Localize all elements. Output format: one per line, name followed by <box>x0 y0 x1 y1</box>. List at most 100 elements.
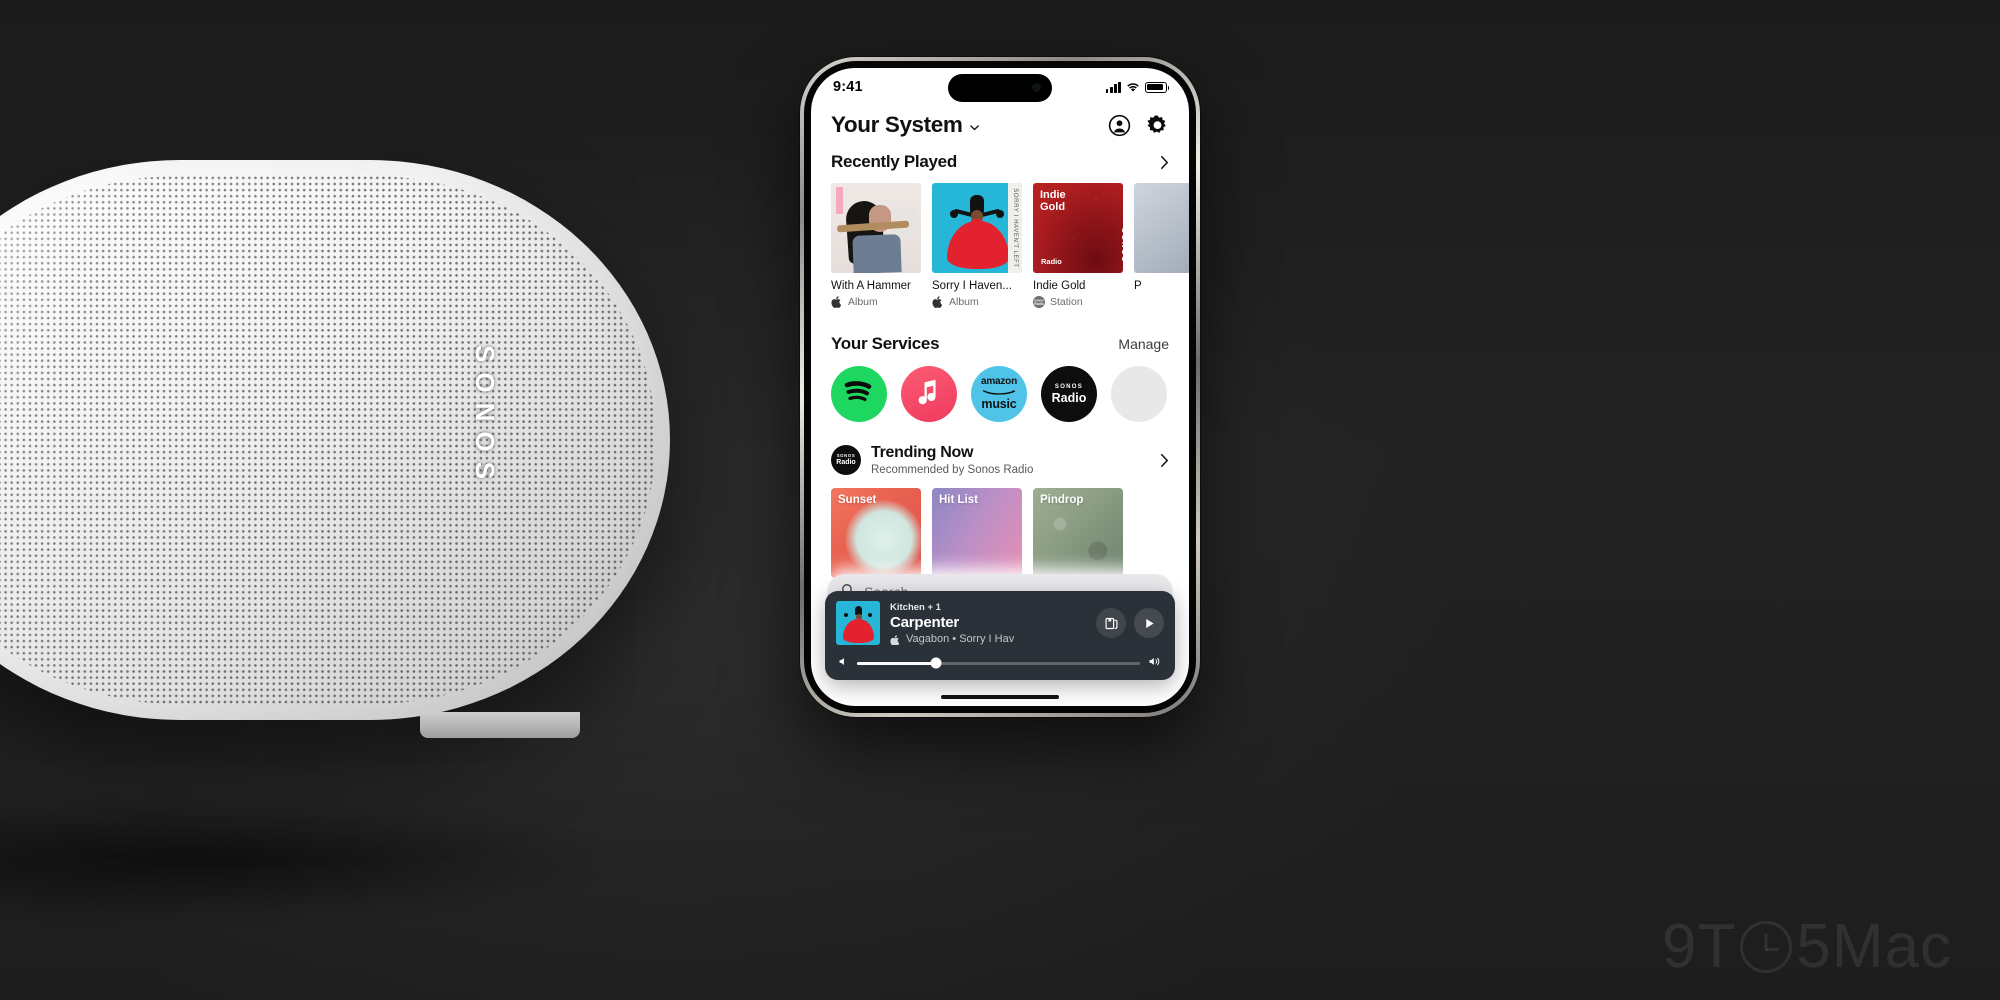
now-playing-track: Carpenter <box>890 613 960 631</box>
volume-low-icon[interactable] <box>838 654 849 672</box>
wifi-icon <box>1126 82 1140 93</box>
service-spotify[interactable] <box>831 366 887 422</box>
item-meta: SONOS Radio Station <box>1033 296 1123 308</box>
apple-music-icon <box>890 633 901 645</box>
album-art[interactable] <box>831 183 921 273</box>
service-more[interactable] <box>1111 366 1167 422</box>
trending-now-text: Trending Now Recommended by Sonos Radio <box>871 444 1033 476</box>
chevron-right-icon[interactable] <box>1160 155 1169 170</box>
publisher-watermark: 9T 5Mac <box>1662 911 1952 982</box>
play-button[interactable] <box>1134 608 1164 638</box>
item-meta: Album <box>831 296 921 309</box>
spotify-icon <box>837 370 881 419</box>
speaker-base <box>420 712 580 738</box>
speaker-group-icon[interactable] <box>1096 608 1126 638</box>
header-actions <box>1108 114 1169 137</box>
dynamic-island <box>948 74 1052 102</box>
sonos-radio-icon: SONOS Radio <box>1033 296 1045 308</box>
speaker-drop-shadow <box>0 800 620 920</box>
sonos-radio-icon: SONOS Radio <box>1052 384 1087 405</box>
amazon-music-word: music <box>981 397 1017 412</box>
art-brand: SONOS <box>1120 227 1123 263</box>
volume-high-icon[interactable] <box>1148 654 1162 672</box>
amazon-wordmark: amazon <box>980 376 1018 388</box>
status-bar-time: 9:41 <box>833 79 863 95</box>
your-services-header: Your Services Manage <box>831 334 1189 354</box>
phone-screen: 9:41 Your System Recently Played With A … <box>811 68 1189 706</box>
now-playing-bar[interactable]: Kitchen + 1 Carpenter Vagabon • Sorry I … <box>825 591 1175 680</box>
trending-tile[interactable]: Hit List <box>932 488 1022 578</box>
trending-now-subtitle: Recommended by Sonos Radio <box>871 464 1034 476</box>
recently-played-list[interactable]: With A Hammer Album SORRY I HAVEN'T LEFT… <box>831 183 1189 309</box>
watermark-text-pre: 9T <box>1662 912 1737 981</box>
iphone-mockup: 9:41 Your System Recently Played With A … <box>800 57 1200 717</box>
apple-music-icon <box>932 296 944 309</box>
manage-services-button[interactable]: Manage <box>1118 336 1169 352</box>
apple-music-icon <box>831 296 843 309</box>
sonos-speaker-product-image: SONOS <box>0 160 670 920</box>
volume-thumb[interactable] <box>930 657 942 669</box>
list-item[interactable]: Indie Gold Radio SONOS Indie Gold SONOS Ra… <box>1033 183 1123 308</box>
svg-text:Radio: Radio <box>1034 302 1043 306</box>
item-type: Album <box>848 296 878 308</box>
sonos-wordmark: SONOS <box>1054 383 1084 390</box>
album-art[interactable] <box>1134 183 1189 273</box>
now-playing-top: Kitchen + 1 Carpenter Vagabon • Sorry I … <box>836 601 1164 645</box>
your-services-title: Your Services <box>831 334 940 353</box>
item-title: Sorry I Haven... <box>932 280 1012 292</box>
gear-icon[interactable] <box>1146 114 1169 137</box>
art-title: Indie Gold <box>1040 189 1066 214</box>
volume-slider[interactable] <box>857 657 1140 669</box>
item-type: Album <box>949 296 979 308</box>
trending-tile[interactable]: Sunset <box>831 488 921 578</box>
item-title: Indie Gold <box>1033 280 1086 292</box>
tile-label: Pindrop <box>1040 494 1084 506</box>
clock-icon <box>1740 920 1793 973</box>
tile-label: Sunset <box>838 494 877 506</box>
now-playing-subtitle: Vagabon • Sorry I Hav <box>906 632 1015 645</box>
app-header: Your System <box>811 106 1189 148</box>
now-playing-album-art[interactable] <box>836 601 880 645</box>
now-playing-room: Kitchen + 1 <box>890 601 941 613</box>
page-title[interactable]: Your System <box>831 112 963 138</box>
amazon-music-icon: amazon music <box>981 377 1017 411</box>
now-playing-controls <box>1096 608 1164 638</box>
recently-played-header: Recently Played <box>831 152 1189 172</box>
item-title: With A Hammer <box>831 280 911 292</box>
trending-tiles[interactable]: Sunset Hit List Pindrop <box>831 488 1189 578</box>
speaker-body: SONOS <box>0 160 670 720</box>
trending-now-header[interactable]: SONOS Radio Trending Now Recommended by … <box>831 444 1189 476</box>
watermark-text-post: 5Mac <box>1796 912 1952 981</box>
album-art[interactable]: Indie Gold Radio SONOS <box>1033 183 1123 273</box>
item-type: Station <box>1050 296 1083 308</box>
front-camera-icon <box>1032 83 1041 92</box>
chevron-down-icon[interactable] <box>969 120 980 131</box>
sonos-wordmark: SONOS <box>836 452 856 458</box>
volume-control[interactable] <box>836 654 1164 672</box>
trending-tile[interactable]: Pindrop <box>1033 488 1123 578</box>
trending-now-title: Trending Now <box>871 444 974 461</box>
radio-word: Radio <box>1051 390 1087 405</box>
list-item[interactable]: SORRY I HAVEN'T LEFT Sorry I Haven... Al… <box>932 183 1022 309</box>
service-apple-music[interactable] <box>901 366 957 422</box>
list-item[interactable]: P <box>1134 183 1189 308</box>
account-circle-icon[interactable] <box>1108 114 1131 137</box>
speaker-brand-logo: SONOS <box>470 345 500 489</box>
home-indicator[interactable] <box>941 695 1059 699</box>
services-list[interactable]: amazon music SONOS Radio <box>831 366 1189 422</box>
tile-label: Hit List <box>939 494 978 506</box>
status-bar: 9:41 <box>811 68 1189 106</box>
list-item[interactable]: With A Hammer Album <box>831 183 921 309</box>
apple-music-icon <box>911 374 947 415</box>
art-kind: Radio <box>1041 257 1062 266</box>
recently-played-title: Recently Played <box>831 152 957 171</box>
battery-icon <box>1145 81 1170 93</box>
volume-fill <box>857 661 937 665</box>
speaker-grille <box>0 176 656 704</box>
radio-word: Radio <box>836 459 856 467</box>
chevron-right-icon[interactable] <box>1160 453 1169 468</box>
service-sonos-radio[interactable]: SONOS Radio <box>1041 366 1097 422</box>
album-art[interactable]: SORRY I HAVEN'T LEFT <box>932 183 1022 273</box>
now-playing-info: Kitchen + 1 Carpenter Vagabon • Sorry I … <box>890 602 1086 645</box>
service-amazon-music[interactable]: amazon music <box>971 366 1027 422</box>
